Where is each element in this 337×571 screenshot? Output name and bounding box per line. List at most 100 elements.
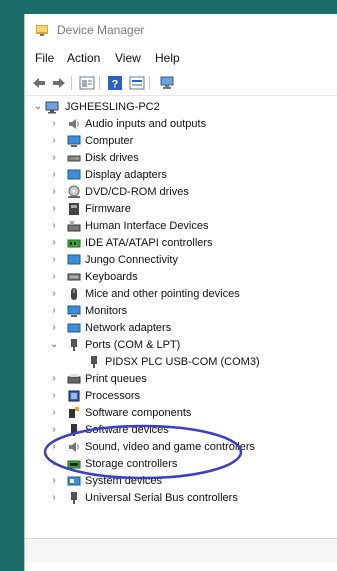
- computer-name: JGHEESLING-PC2: [65, 101, 160, 113]
- tree-item-software-components[interactable]: › Software components: [25, 405, 337, 422]
- menu-action[interactable]: Action: [67, 51, 100, 65]
- chevron-right-icon[interactable]: ›: [49, 152, 59, 163]
- speaker-icon: [69, 119, 79, 129]
- title-bar: Device Manager: [25, 14, 337, 46]
- display-adapter-icon: [67, 169, 81, 180]
- tree-item-label: Print queues: [85, 373, 147, 385]
- device-tree: ⌄ JGHEESLING-PC2 › Audio inputs and outp…: [25, 99, 337, 544]
- chevron-right-icon[interactable]: ›: [49, 373, 59, 384]
- tree-item-ports[interactable]: ⌄ Ports (COM & LPT): [25, 337, 337, 354]
- tree-item-audio[interactable]: › Audio inputs and outputs: [25, 116, 337, 133]
- processor-icon: [68, 390, 80, 402]
- annotation-circle: [43, 424, 243, 480]
- chevron-right-icon[interactable]: ›: [49, 271, 59, 282]
- chevron-down-icon[interactable]: ⌄: [49, 339, 59, 350]
- chevron-right-icon[interactable]: ›: [49, 322, 59, 333]
- chevron-right-icon[interactable]: ›: [49, 305, 59, 316]
- tree-item-keyboards[interactable]: › Keyboards: [25, 269, 337, 286]
- tree-item-usb[interactable]: › Universal Serial Bus controllers: [25, 490, 337, 507]
- chevron-right-icon[interactable]: ›: [49, 118, 59, 129]
- properties-icon[interactable]: [79, 75, 95, 91]
- software-component-icon: [69, 407, 79, 418]
- chevron-right-icon[interactable]: ›: [49, 492, 59, 503]
- tree-item-label: Software components: [85, 407, 192, 419]
- menu-bar: File Action View Help: [25, 49, 337, 69]
- device-manager-icon: [36, 25, 48, 36]
- computer-icon: [45, 101, 59, 114]
- tree-item-label: Computer: [85, 135, 134, 147]
- tree-item-label: DVD/CD-ROM drives: [85, 186, 189, 198]
- tree-item-network[interactable]: › Network adapters: [25, 320, 337, 337]
- chevron-right-icon[interactable]: ›: [49, 407, 59, 418]
- toolbar-separator: [149, 76, 150, 90]
- window-title: Device Manager: [57, 23, 145, 37]
- tree-item-label: Ports (COM & LPT): [85, 339, 181, 351]
- tree-item-label: Monitors: [85, 305, 128, 317]
- update-driver-icon[interactable]: [129, 75, 145, 91]
- tree-item-dvd[interactable]: › DVD/CD-ROM drives: [25, 184, 337, 201]
- toolbar: ?: [25, 71, 337, 96]
- keyboard-icon: [67, 273, 81, 281]
- back-arrow-icon[interactable]: [31, 75, 47, 91]
- chevron-right-icon[interactable]: ›: [49, 237, 59, 248]
- tree-item-label: Firmware: [85, 203, 131, 215]
- tree-item-label: Network adapters: [85, 322, 172, 334]
- svg-text:?: ?: [112, 79, 119, 91]
- tree-item-computer[interactable]: › Computer: [25, 133, 337, 150]
- chevron-right-icon[interactable]: ›: [49, 169, 59, 180]
- tree-item-label: Audio inputs and outputs: [85, 118, 207, 130]
- menu-help[interactable]: Help: [155, 51, 180, 65]
- chevron-right-icon[interactable]: ›: [49, 254, 59, 265]
- tree-item-label: Jungo Connectivity: [85, 254, 178, 266]
- tree-item-hid[interactable]: › Human Interface Devices: [25, 218, 337, 235]
- forward-arrow-icon[interactable]: [51, 75, 67, 91]
- tree-item-label: PIDSX PLC USB-COM (COM3): [105, 356, 260, 368]
- chevron-right-icon[interactable]: ›: [49, 220, 59, 231]
- chevron-right-icon[interactable]: ›: [49, 135, 59, 146]
- tree-item-label: Processors: [85, 390, 141, 402]
- network-adapter-icon: [67, 323, 81, 333]
- chevron-right-icon[interactable]: ›: [49, 186, 59, 197]
- tree-item-label: Mice and other pointing devices: [85, 288, 240, 300]
- tree-item-processors[interactable]: › Processors: [25, 388, 337, 405]
- tree-item-pidsx-com3[interactable]: PIDSX PLC USB-COM (COM3): [25, 354, 337, 371]
- disk-drive-icon: [67, 155, 81, 162]
- tree-item-label: Universal Serial Bus controllers: [85, 492, 238, 504]
- chevron-down-icon[interactable]: ⌄: [33, 101, 43, 112]
- usb-icon: [71, 492, 77, 504]
- tree-item-label: Display adapters: [85, 169, 167, 181]
- chevron-right-icon[interactable]: ›: [49, 203, 59, 214]
- scan-hardware-icon[interactable]: [159, 75, 175, 91]
- firmware-icon: [69, 203, 79, 215]
- status-bar: [25, 538, 337, 563]
- ide-controller-icon: [67, 239, 81, 248]
- tree-item-label: Human Interface Devices: [85, 220, 209, 232]
- help-icon[interactable]: ?: [107, 75, 123, 91]
- port-icon: [91, 356, 97, 368]
- tree-item-label: IDE ATA/ATAPI controllers: [85, 237, 213, 249]
- toolbar-separator: [71, 76, 72, 90]
- monitor-icon: [67, 135, 81, 147]
- tree-item-monitors[interactable]: › Monitors: [25, 303, 337, 320]
- device-manager-window: Device Manager File Action View Help ? ⌄…: [24, 14, 337, 571]
- chevron-right-icon[interactable]: ›: [49, 288, 59, 299]
- tree-item-mice[interactable]: › Mice and other pointing devices: [25, 286, 337, 303]
- tree-item-display-adapters[interactable]: › Display adapters: [25, 167, 337, 184]
- tree-item-print-queues[interactable]: › Print queues: [25, 371, 337, 388]
- tree-item-jungo[interactable]: › Jungo Connectivity: [25, 252, 337, 269]
- menu-file[interactable]: File: [35, 51, 54, 65]
- tree-item-disk-drives[interactable]: › Disk drives: [25, 150, 337, 167]
- dvd-drive-icon: [68, 185, 80, 198]
- port-icon: [71, 339, 77, 351]
- monitor-icon: [67, 305, 81, 317]
- toolbar-separator: [99, 76, 100, 90]
- mouse-icon: [71, 288, 77, 300]
- printer-icon: [67, 374, 81, 384]
- tree-item-firmware[interactable]: › Firmware: [25, 201, 337, 218]
- menu-view[interactable]: View: [115, 51, 141, 65]
- chevron-right-icon[interactable]: ›: [49, 390, 59, 401]
- tree-item-ide[interactable]: › IDE ATA/ATAPI controllers: [25, 235, 337, 252]
- tree-item-label: Keyboards: [85, 271, 138, 283]
- tree-root[interactable]: ⌄ JGHEESLING-PC2: [25, 99, 337, 116]
- jungo-icon: [67, 254, 81, 265]
